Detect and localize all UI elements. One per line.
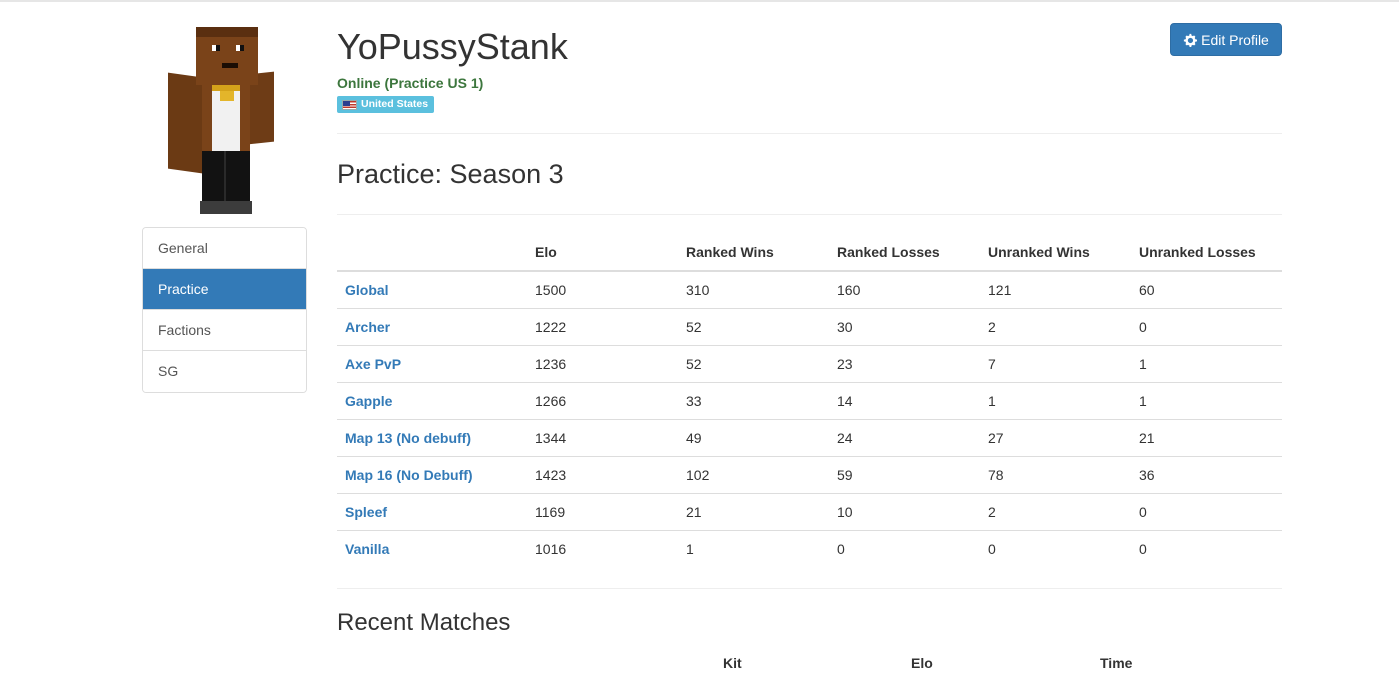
unranked-wins-cell: 121 [988, 281, 1012, 298]
unranked-wins-cell: 27 [980, 418, 1131, 456]
column-header-ranked-wins: Ranked Wins [678, 234, 829, 272]
divider [337, 133, 1282, 134]
column-header-unranked-losses: Unranked Losses [1131, 234, 1282, 272]
ranked-wins-cell: 33 [678, 381, 829, 419]
sidebar-item-practice[interactable]: Practice [143, 269, 306, 310]
country-badge: United States [337, 96, 435, 113]
unranked-losses-cell: 0 [1131, 492, 1282, 530]
divider [337, 214, 1282, 215]
table-row: Axe PvP 1236 52 23 7 1 [337, 344, 1282, 382]
recent-column-header-time: Time [1100, 655, 1133, 671]
recent-matches-title: Recent Matches [337, 609, 511, 636]
table-row: Global 1500 310 160 121 60 [337, 271, 1282, 308]
kit-link[interactable]: Map 13 (No debuff) [337, 418, 527, 456]
elo-cell: 1500 [535, 281, 567, 298]
unranked-losses-cell: 36 [1131, 455, 1282, 493]
unranked-wins-cell: 78 [980, 455, 1131, 493]
recent-column-header-kit: Kit [723, 655, 742, 671]
elo-cell: 1266 [527, 381, 678, 419]
ranked-wins-cell: 49 [678, 418, 829, 456]
ranked-losses-cell: 23 [829, 344, 980, 382]
unranked-wins-cell: 0 [980, 529, 1131, 567]
unranked-wins-cell: 2 [980, 307, 1131, 345]
sidebar-item-sg[interactable]: SG [143, 351, 306, 392]
unranked-losses-cell: 21 [1131, 418, 1282, 456]
edit-profile-button[interactable]: Edit Profile [1170, 23, 1282, 56]
player-skin-avatar [166, 25, 278, 217]
divider [337, 588, 1282, 589]
ranked-wins-cell: 21 [678, 492, 829, 530]
ranked-wins-cell: 52 [678, 344, 829, 382]
unranked-losses-cell: 60 [1139, 281, 1155, 298]
ranked-losses-cell: 59 [829, 455, 980, 493]
table-header-row: Elo Ranked Wins Ranked Losses Unranked W… [337, 234, 1282, 272]
username-title: YoPussyStank [337, 26, 568, 67]
kit-link[interactable]: Archer [337, 307, 527, 345]
elo-cell: 1222 [527, 307, 678, 345]
us-flag-icon [342, 99, 357, 110]
gear-icon [1184, 33, 1198, 47]
column-header-unranked-wins: Unranked Wins [980, 234, 1131, 272]
online-status: Online (Practice US 1) [337, 75, 484, 91]
ranked-losses-cell: 14 [829, 381, 980, 419]
edit-profile-label: Edit Profile [1201, 31, 1269, 48]
table-row: Map 13 (No debuff) 1344 49 24 27 21 [337, 418, 1282, 456]
ranked-wins-cell: 102 [678, 455, 829, 493]
table-row: Map 16 (No Debuff) 1423 102 59 78 36 [337, 455, 1282, 493]
elo-cell: 1236 [527, 344, 678, 382]
table-row: Vanilla 1016 1 0 0 0 [337, 529, 1282, 567]
elo-cell: 1423 [527, 455, 678, 493]
unranked-wins-cell: 7 [980, 344, 1131, 382]
column-header-elo: Elo [527, 234, 678, 272]
ranked-wins-cell: 52 [678, 307, 829, 345]
ranked-losses-cell: 0 [829, 529, 980, 567]
table-row: Spleef 1169 21 10 2 0 [337, 492, 1282, 530]
country-label: United States [361, 98, 429, 110]
kit-link[interactable]: Vanilla [337, 529, 527, 567]
kit-link[interactable]: Spleef [337, 492, 527, 530]
unranked-wins-cell: 1 [980, 381, 1131, 419]
top-border [0, 0, 1399, 2]
unranked-wins-cell: 2 [980, 492, 1131, 530]
table-row: Gapple 1266 33 14 1 1 [337, 381, 1282, 419]
ranked-wins-cell: 1 [678, 529, 829, 567]
unranked-losses-cell: 0 [1131, 529, 1282, 567]
kit-link[interactable]: Map 16 (No Debuff) [337, 455, 527, 493]
kit-link[interactable]: Axe PvP [337, 344, 527, 382]
sidebar-item-factions[interactable]: Factions [143, 310, 306, 351]
unranked-losses-cell: 0 [1131, 307, 1282, 345]
column-header-kit [337, 234, 527, 272]
practice-stats-table: Elo Ranked Wins Ranked Losses Unranked W… [337, 234, 1282, 567]
ranked-losses-cell: 24 [829, 418, 980, 456]
elo-cell: 1169 [527, 492, 678, 530]
recent-column-header-elo: Elo [911, 655, 933, 671]
ranked-wins-cell: 310 [686, 281, 710, 298]
ranked-losses-cell: 30 [829, 307, 980, 345]
unranked-losses-cell: 1 [1131, 381, 1282, 419]
kit-link[interactable]: Gapple [337, 381, 527, 419]
ranked-losses-cell: 160 [837, 281, 861, 298]
column-header-ranked-losses: Ranked Losses [829, 234, 980, 272]
unranked-losses-cell: 1 [1131, 344, 1282, 382]
kit-link[interactable]: Global [337, 271, 527, 308]
sidebar-item-general[interactable]: General [143, 228, 306, 269]
practice-section-title: Practice: Season 3 [337, 159, 564, 189]
elo-cell: 1344 [527, 418, 678, 456]
profile-sidebar-nav: General Practice Factions SG [142, 227, 307, 393]
ranked-losses-cell: 10 [829, 492, 980, 530]
table-row: Archer 1222 52 30 2 0 [337, 307, 1282, 345]
elo-cell: 1016 [527, 529, 678, 567]
